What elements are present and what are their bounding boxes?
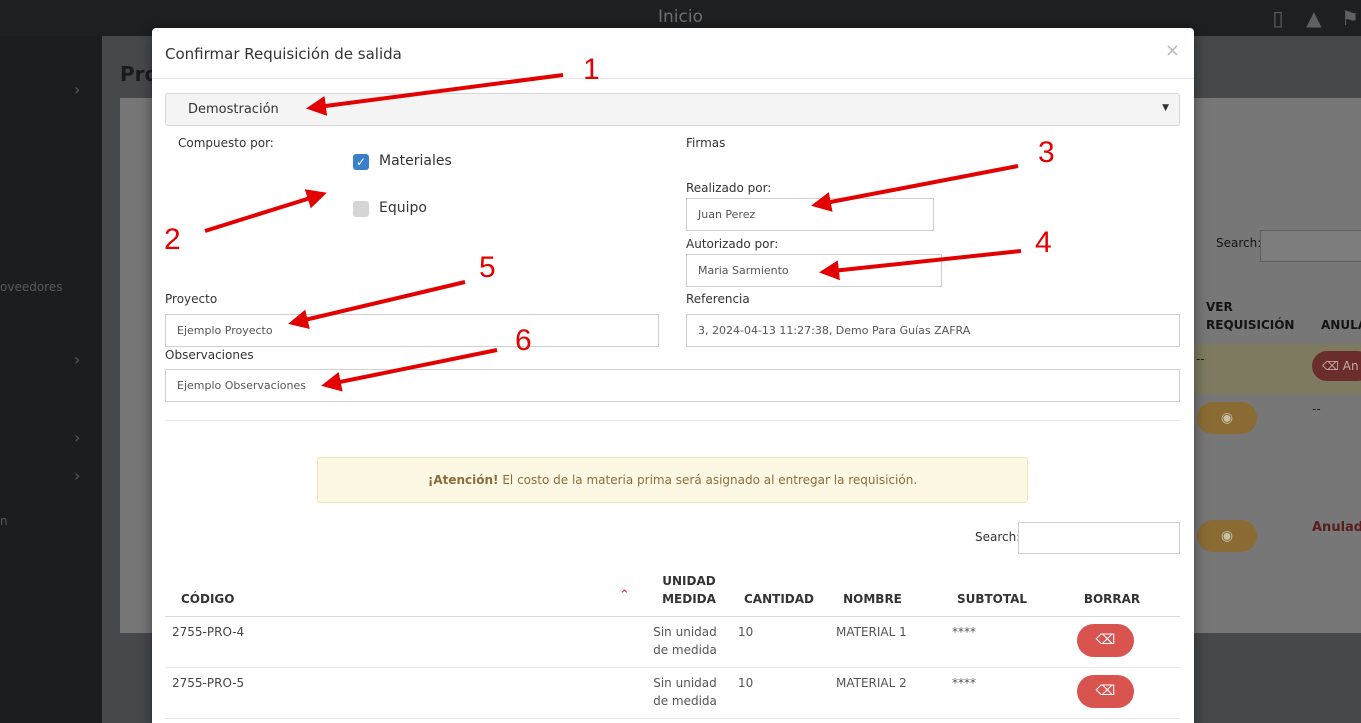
realizado-label: Realizado por:: [686, 181, 772, 195]
firmas-label: Firmas: [686, 136, 726, 150]
observaciones-label: Observaciones: [165, 348, 254, 362]
bg-anular-button[interactable]: ⌫ An: [1312, 351, 1361, 381]
alert-text: El costo de la materia prima será asigna…: [498, 473, 918, 487]
sidebar: › oveedores › › › n: [0, 36, 102, 723]
cell-cantidad: 10: [738, 676, 754, 690]
chevron-right-icon[interactable]: ›: [74, 428, 80, 447]
annotation-number-4: 4: [1035, 226, 1052, 259]
referencia-label: Referencia: [686, 292, 750, 306]
compuesto-label: Compuesto por:: [178, 136, 274, 150]
close-icon[interactable]: ×: [1165, 40, 1180, 61]
cell-cantidad: 10: [738, 625, 754, 639]
equipo-label: Equipo: [379, 200, 427, 216]
materiales-checkbox[interactable]: ✓: [353, 154, 369, 170]
search-label: Search:: [975, 530, 1021, 544]
chevron-right-icon[interactable]: ›: [74, 80, 80, 99]
section-divider: [165, 420, 1180, 421]
tag-icon[interactable]: ⚑: [1339, 6, 1361, 30]
bg-cell-dash: --: [1312, 402, 1321, 416]
cell-subtotal: ****: [952, 676, 976, 690]
cell-subtotal: ****: [952, 625, 976, 639]
referencia-input[interactable]: 3, 2024-04-13 11:27:38, Demo Para Guías …: [686, 314, 1180, 347]
eye-icon[interactable]: ◉: [1197, 520, 1257, 552]
cell-unidad: Sin unidad de medida: [653, 676, 717, 708]
autorizado-input[interactable]: Maria Sarmiento: [686, 254, 942, 287]
annotation-number-5: 5: [479, 251, 496, 284]
col-nombre[interactable]: NOMBRE: [835, 590, 910, 608]
sidebar-item-label[interactable]: n: [0, 514, 8, 528]
attention-alert: ¡Atención! El costo de la materia prima …: [317, 457, 1028, 503]
equipo-checkbox[interactable]: [353, 201, 369, 217]
bg-search-input[interactable]: [1260, 230, 1361, 262]
bg-status-anulada: Anulada: [1312, 520, 1361, 535]
bg-col-anular: ANULA: [1321, 318, 1361, 332]
bg-anular-label: An: [1342, 359, 1359, 373]
bg-search-label: Search:: [1216, 236, 1262, 250]
cell-unidad: Sin unidad de medida: [653, 625, 717, 657]
eye-icon[interactable]: ◉: [1197, 402, 1257, 434]
col-cantidad[interactable]: CANTIDAD: [739, 590, 819, 608]
warehouse-select[interactable]: Demostración ▼: [165, 93, 1180, 126]
cell-nombre: MATERIAL 2: [836, 676, 907, 690]
col-unidad-medida[interactable]: UNIDAD MEDIDA: [654, 572, 724, 608]
caret-down-icon: ▼: [1162, 103, 1169, 113]
proyecto-input[interactable]: Ejemplo Proyecto: [165, 314, 659, 347]
confirm-requisition-modal: Confirmar Requisición de salida × Demost…: [152, 28, 1194, 723]
col-codigo[interactable]: CÓDIGO: [181, 590, 234, 608]
top-bar-icons: ▯ ▲ ⚑: [1267, 6, 1361, 30]
delete-row-button[interactable]: ⌫: [1077, 624, 1134, 657]
trash-icon: ⌫: [1095, 632, 1116, 648]
autorizado-label: Autorizado por:: [686, 237, 779, 251]
annotation-number-1: 1: [583, 53, 600, 86]
annotation-number-2: 2: [164, 223, 181, 256]
trash-icon: ⌫: [1095, 683, 1116, 699]
sort-asc-icon[interactable]: ⌃: [619, 588, 630, 603]
annotation-number-3: 3: [1038, 136, 1055, 169]
col-subtotal[interactable]: SUBTOTAL: [951, 590, 1033, 608]
cell-codigo: 2755-PRO-5: [172, 676, 245, 690]
row-divider: [165, 718, 1180, 719]
bg-col-ver-requisicion: VER REQUISICIÓN: [1206, 300, 1295, 332]
proyecto-label: Proyecto: [165, 292, 218, 306]
delete-row-button[interactable]: ⌫: [1077, 675, 1134, 708]
mobile-icon[interactable]: ▯: [1267, 6, 1289, 30]
chevron-right-icon[interactable]: ›: [74, 466, 80, 485]
row-divider: [165, 667, 1180, 668]
top-bar-title: Inicio: [658, 7, 703, 27]
cell-nombre: MATERIAL 1: [836, 625, 907, 639]
select-value: Demostración: [188, 102, 279, 117]
modal-header: Confirmar Requisición de salida ×: [152, 28, 1194, 79]
cell-codigo: 2755-PRO-4: [172, 625, 245, 639]
realizado-input[interactable]: Juan Perez: [686, 198, 934, 231]
alert-strong: ¡Atención!: [427, 473, 499, 487]
materiales-label: Materiales: [379, 153, 452, 169]
annotation-number-6: 6: [515, 324, 532, 357]
sidebar-item-proveedores[interactable]: oveedores: [0, 280, 62, 294]
search-input[interactable]: [1018, 522, 1180, 554]
graduation-cap-icon[interactable]: ▲: [1303, 6, 1325, 30]
chevron-right-icon[interactable]: ›: [74, 350, 80, 369]
table-header-divider: [165, 616, 1180, 617]
col-borrar: BORRAR: [1083, 592, 1141, 606]
bg-cell-dash: --: [1196, 352, 1205, 366]
observaciones-input[interactable]: Ejemplo Observaciones: [165, 369, 1180, 402]
modal-title: Confirmar Requisición de salida: [165, 45, 402, 63]
